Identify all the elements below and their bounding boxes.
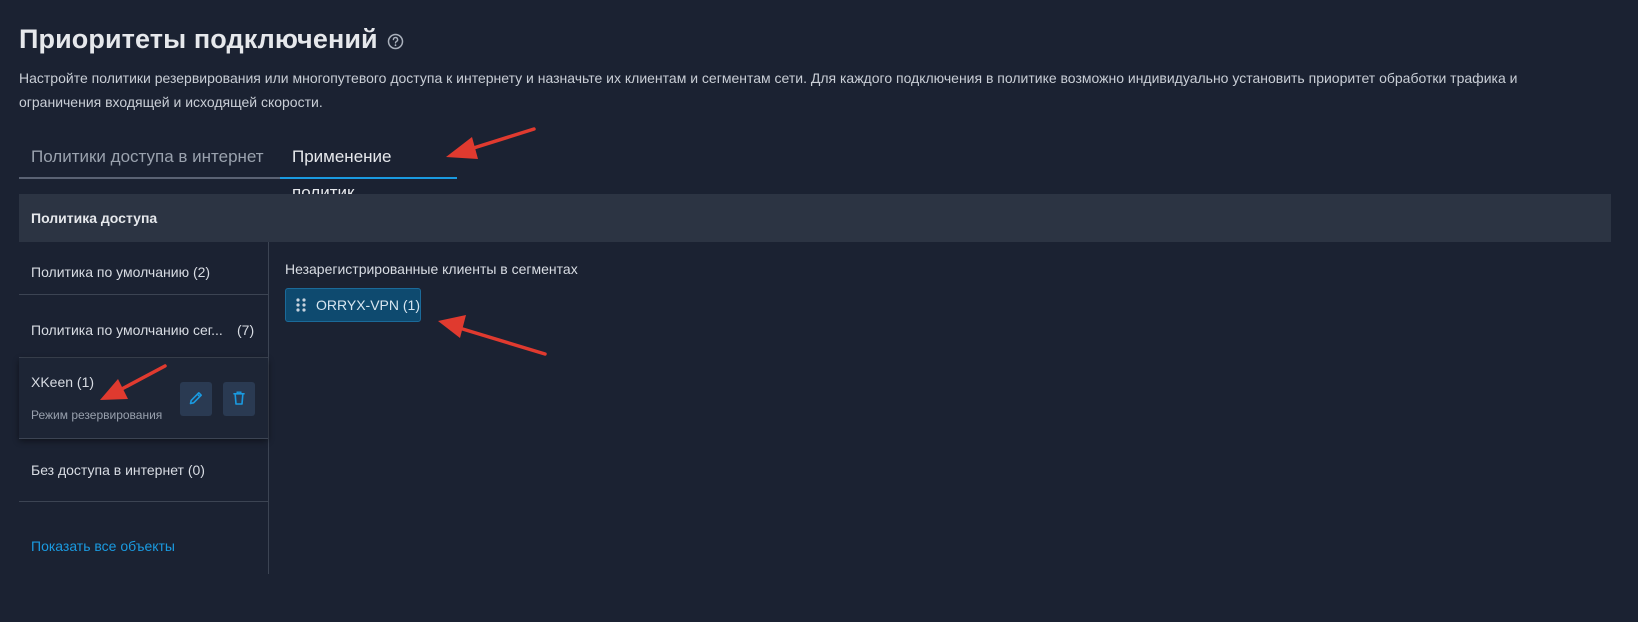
- policy-item-label: XKeen (1): [31, 374, 95, 390]
- trash-icon: [231, 390, 247, 409]
- unregistered-clients-title: Незарегистрированные клиенты в сегментах: [285, 261, 578, 277]
- page: Приоритеты подключений Настройте политик…: [0, 0, 1638, 622]
- edit-policy-button[interactable]: [180, 382, 212, 416]
- policy-item-count: (7): [237, 322, 255, 338]
- policy-item-label: Без доступа в интернет (0): [31, 462, 205, 478]
- policy-list: Политика по умолчанию (2) Политика по ум…: [19, 242, 269, 574]
- tab-apply-policies[interactable]: Применение политик: [280, 139, 457, 202]
- policy-item-mode: Режим резервирования: [31, 408, 163, 422]
- tab-bar: Политики доступа в интернет Применение п…: [19, 139, 457, 202]
- segment-chip-label: ORRYX-VPN (1): [316, 297, 420, 313]
- table-header: Политика доступа: [19, 194, 1611, 242]
- policy-item-default-segment[interactable]: Политика по умолчанию сег... (7): [19, 295, 268, 358]
- policy-item-label: Политика по умолчанию сег...: [31, 322, 223, 338]
- help-circle-icon[interactable]: [387, 33, 404, 50]
- policy-item-no-internet[interactable]: Без доступа в интернет (0): [19, 439, 268, 502]
- annotation-arrow: [446, 127, 536, 159]
- policy-item-label: Политика по умолчанию (2): [31, 264, 211, 280]
- tab-internet-access-policies[interactable]: Политики доступа в интернет: [19, 139, 280, 179]
- page-description: Настройте политики резервирования или мн…: [19, 70, 1518, 110]
- policy-item-xkeen[interactable]: XKeen (1) Режим резервирования: [19, 358, 268, 439]
- drag-handle-icon[interactable]: [295, 297, 307, 313]
- page-title: Приоритеты подключений: [19, 24, 378, 54]
- show-all-link[interactable]: Показать все объекты: [31, 538, 175, 554]
- pencil-icon: [188, 390, 204, 409]
- title-row: Приоритеты подключений: [19, 24, 404, 55]
- segment-chip[interactable]: ORRYX-VPN (1): [285, 288, 421, 322]
- annotation-arrow: [438, 315, 547, 356]
- policy-item-default[interactable]: Политика по умолчанию (2): [19, 242, 268, 295]
- delete-policy-button[interactable]: [223, 382, 255, 416]
